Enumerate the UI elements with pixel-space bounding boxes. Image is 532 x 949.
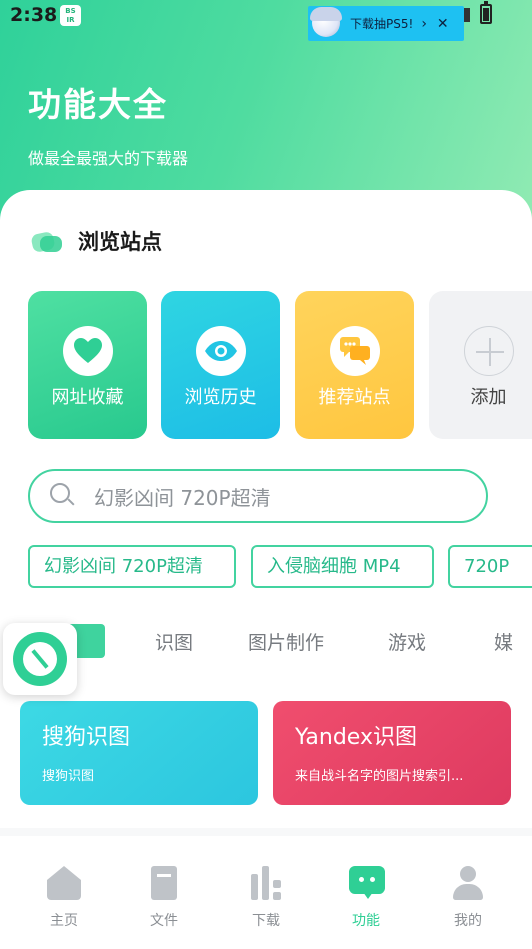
card-title: Yandex识图 [295, 725, 417, 750]
search-input[interactable]: 幻影凶间 720P超清 [28, 469, 488, 523]
user-icon [451, 866, 485, 900]
bookmarks-label: 网址收藏 [51, 387, 124, 408]
search-placeholder: 幻影凶间 720P超清 [94, 485, 271, 510]
nav-download[interactable]: 下载 [226, 866, 306, 930]
card-title: 搜狗识图 [42, 725, 131, 750]
close-icon[interactable]: ✕ [437, 16, 449, 32]
book-icon [147, 866, 181, 900]
app-notification-icon: BS IR [60, 5, 81, 26]
home-icon [47, 866, 81, 900]
sogou-image-search-card[interactable]: 搜狗识图 搜狗识图 [20, 701, 258, 805]
history-label: 浏览历史 [184, 387, 257, 408]
floating-compass-button[interactable] [3, 623, 77, 695]
heart-icon [63, 326, 113, 376]
nav-home[interactable]: 主页 [24, 866, 104, 930]
download-bars-icon [249, 866, 283, 900]
browse-section-header: 浏览站点 [30, 226, 162, 256]
browse-section-icon [30, 229, 64, 254]
feature-row: 网址收藏 浏览历史 推荐站点 添加 [28, 291, 532, 441]
nav-label: 文件 [150, 913, 178, 929]
search-icon [50, 483, 76, 509]
add-site-tile[interactable]: 添加 [429, 291, 532, 439]
chevron-right-icon[interactable]: › [421, 16, 427, 32]
page-subtitle: 做最全最强大的下载器 [28, 149, 189, 168]
nav-files[interactable]: 文件 [124, 866, 204, 930]
tab-image-recognition[interactable]: 识图 [155, 628, 193, 655]
bottom-navigation: 主页 文件 下载 功能 我的 [0, 836, 532, 949]
tab-games[interactable]: 游戏 [388, 628, 426, 655]
history-tile[interactable]: 浏览历史 [161, 291, 280, 439]
card-description: 搜狗识图 [42, 769, 95, 784]
nav-label: 功能 [352, 913, 380, 929]
eye-icon [196, 326, 246, 376]
add-site-label: 添加 [470, 387, 507, 408]
bookmarks-tile[interactable]: 网址收藏 [28, 291, 147, 439]
nav-label: 主页 [50, 913, 78, 929]
hot-search-chips: 幻影凶间 720P超清 入侵脑细胞 MP4 720P [28, 545, 532, 589]
tab-image-making[interactable]: 图片制作 [248, 628, 324, 655]
nav-divider [0, 828, 532, 836]
battery-icon [480, 1, 492, 24]
search-chip[interactable]: 幻影凶间 720P超清 [28, 545, 236, 588]
chat-bubbles-icon [330, 326, 380, 376]
browse-section-title: 浏览站点 [78, 230, 162, 254]
card-description: 来自战斗名字的图片搜索引... [295, 769, 464, 784]
chat-icon [349, 866, 385, 900]
search-chip[interactable]: 720P [448, 545, 532, 588]
search-chip[interactable]: 入侵脑细胞 MP4 [251, 545, 434, 588]
category-tabs: 荐 识图 图片制作 游戏 媒 [0, 620, 532, 680]
promo-banner[interactable]: 下载抽PS5! › ✕ [308, 6, 464, 41]
nav-label: 下载 [252, 913, 280, 929]
promo-avatar-icon [308, 6, 344, 41]
nav-function[interactable]: 功能 [326, 866, 406, 930]
recommended-sites-tile[interactable]: 推荐站点 [295, 291, 414, 439]
status-time: 2:38 [10, 4, 58, 26]
page-title: 功能大全 [28, 85, 168, 124]
promo-text: 下载抽PS5! [350, 17, 414, 31]
plus-icon [464, 326, 514, 376]
tab-media[interactable]: 媒 [494, 628, 513, 655]
compass-icon [13, 632, 67, 686]
nav-label: 我的 [454, 913, 482, 929]
yandex-image-search-card[interactable]: Yandex识图 来自战斗名字的图片搜索引... [273, 701, 511, 805]
recommended-sites-label: 推荐站点 [318, 387, 391, 408]
nav-mine[interactable]: 我的 [428, 866, 508, 930]
content-card: 浏览站点 网址收藏 浏览历史 推荐站点 添加 幻影凶间 720P超清 幻影凶间 … [0, 190, 532, 830]
